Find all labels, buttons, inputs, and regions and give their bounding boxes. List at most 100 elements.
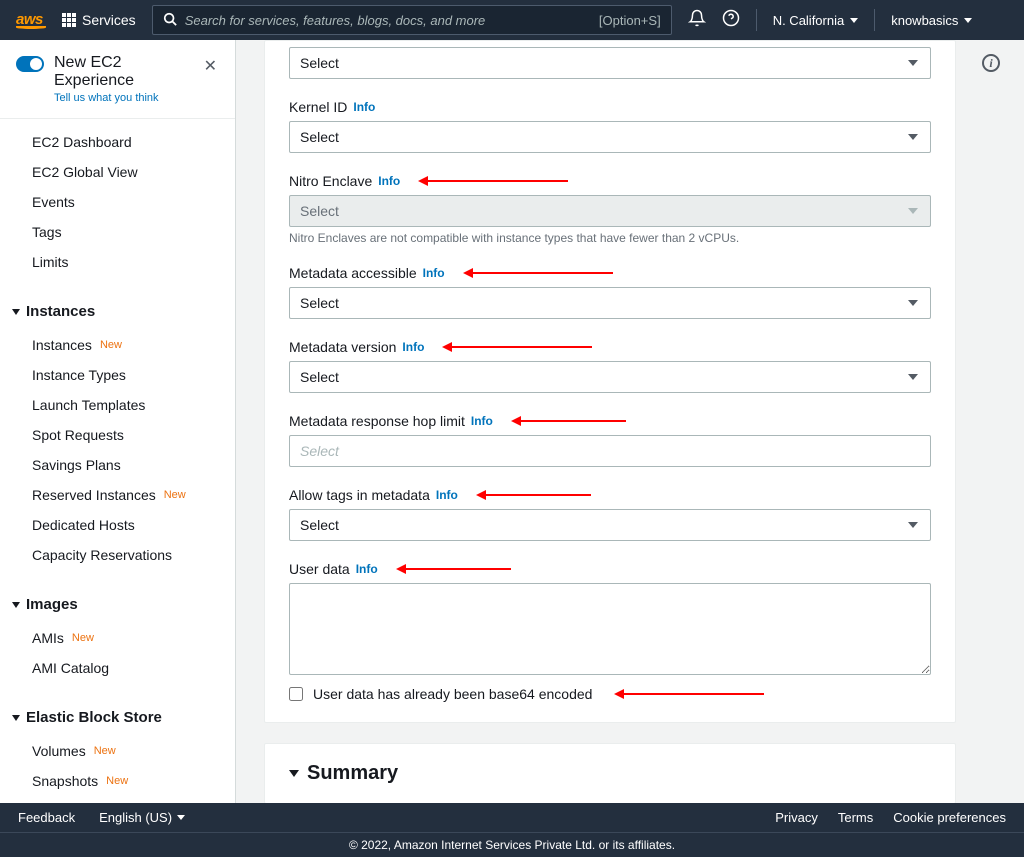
- chevron-down-icon: [908, 208, 918, 214]
- annotation-arrow-icon: [442, 342, 592, 352]
- metadata-version-label: Metadata version: [289, 339, 396, 355]
- metadata-accessible-select[interactable]: Select: [289, 287, 931, 319]
- info-circle-icon[interactable]: i: [982, 54, 1000, 72]
- chevron-down-icon: [12, 602, 20, 608]
- new-ec2-title: New EC2 Experience: [54, 54, 192, 90]
- close-icon[interactable]: ✕: [202, 54, 219, 78]
- annotation-arrow-icon: [511, 416, 626, 426]
- chevron-down-icon: [850, 18, 858, 23]
- kernel-id-select[interactable]: Select: [289, 121, 931, 153]
- new-badge: New: [94, 745, 116, 757]
- metadata-accessible-info-link[interactable]: Info: [423, 266, 445, 280]
- top-navigation-bar: aws Services [Option+S]: [0, 0, 1024, 40]
- top-select[interactable]: Select: [289, 47, 931, 79]
- metadata-version-info-link[interactable]: Info: [402, 340, 424, 354]
- chevron-down-icon: [908, 300, 918, 306]
- search-input[interactable]: [185, 13, 599, 28]
- new-ec2-toggle[interactable]: [16, 56, 44, 72]
- sidebar-item-amis[interactable]: AMIs New: [0, 623, 235, 653]
- copyright-text: © 2022, Amazon Internet Services Private…: [349, 838, 675, 852]
- sidebar-item-lifecycle-manager[interactable]: Lifecycle Manager New: [0, 796, 235, 803]
- chevron-down-icon: [908, 60, 918, 66]
- nitro-enclave-info-link[interactable]: Info: [378, 174, 400, 188]
- metadata-hop-info-link[interactable]: Info: [471, 414, 493, 428]
- sidebar-item-tags[interactable]: Tags: [0, 217, 235, 247]
- user-data-base64-label: User data has already been base64 encode…: [313, 686, 592, 702]
- sidebar-item-events[interactable]: Events: [0, 187, 235, 217]
- global-search-box[interactable]: [Option+S]: [152, 5, 672, 35]
- summary-panel: Summary: [264, 743, 956, 803]
- user-data-base64-checkbox[interactable]: [289, 687, 303, 701]
- new-badge: New: [72, 632, 94, 644]
- sidebar-item-instances[interactable]: Instances New: [0, 330, 235, 360]
- sidebar-item-capacity-reservations[interactable]: Capacity Reservations: [0, 540, 235, 570]
- sidebar-item-ec2-dashboard[interactable]: EC2 Dashboard: [0, 127, 235, 157]
- user-data-info-link[interactable]: Info: [356, 562, 378, 576]
- metadata-version-select[interactable]: Select: [289, 361, 931, 393]
- kernel-id-info-link[interactable]: Info: [353, 100, 375, 114]
- sidebar-item-launch-templates[interactable]: Launch Templates: [0, 390, 235, 420]
- sidebar-item-spot-requests[interactable]: Spot Requests: [0, 420, 235, 450]
- metadata-hop-label: Metadata response hop limit: [289, 413, 465, 429]
- sidebar-item-ec2-global-view[interactable]: EC2 Global View: [0, 157, 235, 187]
- footer: Feedback English (US) Privacy Terms Cook…: [0, 803, 1024, 857]
- advanced-details-panel: Select Kernel ID Info Select Nitro Encla: [264, 40, 956, 723]
- services-menu-button[interactable]: Services: [62, 12, 136, 28]
- privacy-link[interactable]: Privacy: [775, 810, 818, 825]
- sidebar-item-snapshots[interactable]: Snapshots New: [0, 766, 235, 796]
- sidebar-item-limits[interactable]: Limits: [0, 247, 235, 277]
- nitro-enclave-hint: Nitro Enclaves are not compatible with i…: [289, 231, 931, 245]
- search-icon: [163, 12, 177, 29]
- nitro-enclave-label: Nitro Enclave: [289, 173, 372, 189]
- chevron-down-icon: [289, 770, 299, 777]
- region-selector[interactable]: N. California: [773, 13, 859, 28]
- allow-tags-info-link[interactable]: Info: [436, 488, 458, 502]
- sidebar-item-savings-plans[interactable]: Savings Plans: [0, 450, 235, 480]
- chevron-down-icon: [908, 134, 918, 140]
- allow-tags-select[interactable]: Select: [289, 509, 931, 541]
- terms-link[interactable]: Terms: [838, 810, 873, 825]
- sidebar-item-reserved-instances[interactable]: Reserved Instances New: [0, 480, 235, 510]
- new-badge: New: [106, 775, 128, 787]
- annotation-arrow-icon: [396, 564, 511, 574]
- sidebar-header-instances[interactable]: Instances: [0, 293, 235, 330]
- nitro-enclave-select: Select: [289, 195, 931, 227]
- grid-icon: [62, 13, 76, 27]
- notifications-icon[interactable]: [688, 9, 706, 32]
- metadata-hop-input[interactable]: [289, 435, 931, 467]
- annotation-arrow-icon: [418, 176, 568, 186]
- ec2-sidebar: New EC2 Experience Tell us what you thin…: [0, 40, 236, 803]
- help-icon[interactable]: [722, 9, 740, 32]
- allow-tags-label: Allow tags in metadata: [289, 487, 430, 503]
- language-selector[interactable]: English (US): [99, 810, 185, 825]
- main-content: i Select Kernel ID Info Select: [236, 40, 1024, 803]
- sidebar-item-instance-types[interactable]: Instance Types: [0, 360, 235, 390]
- metadata-accessible-label: Metadata accessible: [289, 265, 417, 281]
- sidebar-item-dedicated-hosts[interactable]: Dedicated Hosts: [0, 510, 235, 540]
- chevron-down-icon: [964, 18, 972, 23]
- feedback-link[interactable]: Feedback: [18, 810, 75, 825]
- annotation-arrow-icon: [463, 268, 613, 278]
- chevron-down-icon: [908, 374, 918, 380]
- new-badge: New: [100, 339, 122, 351]
- sidebar-header-ebs[interactable]: Elastic Block Store: [0, 699, 235, 736]
- aws-logo[interactable]: aws: [16, 11, 46, 29]
- chevron-down-icon: [908, 522, 918, 528]
- user-data-label: User data: [289, 561, 350, 577]
- annotation-arrow-icon: [476, 490, 591, 500]
- sidebar-item-volumes[interactable]: Volumes New: [0, 736, 235, 766]
- summary-header[interactable]: Summary: [289, 762, 931, 785]
- user-menu[interactable]: knowbasics: [891, 13, 972, 28]
- chevron-down-icon: [12, 715, 20, 721]
- annotation-arrow-icon: [614, 689, 764, 699]
- search-shortcut: [Option+S]: [599, 13, 661, 28]
- user-data-textarea[interactable]: [289, 583, 931, 675]
- cookie-preferences-link[interactable]: Cookie preferences: [893, 810, 1006, 825]
- chevron-down-icon: [177, 815, 185, 820]
- new-ec2-feedback-link[interactable]: Tell us what you think: [54, 92, 192, 104]
- chevron-down-icon: [12, 309, 20, 315]
- sidebar-item-ami-catalog[interactable]: AMI Catalog: [0, 653, 235, 683]
- kernel-id-label: Kernel ID: [289, 99, 347, 115]
- sidebar-header-images[interactable]: Images: [0, 586, 235, 623]
- new-ec2-experience-banner: New EC2 Experience Tell us what you thin…: [0, 40, 235, 119]
